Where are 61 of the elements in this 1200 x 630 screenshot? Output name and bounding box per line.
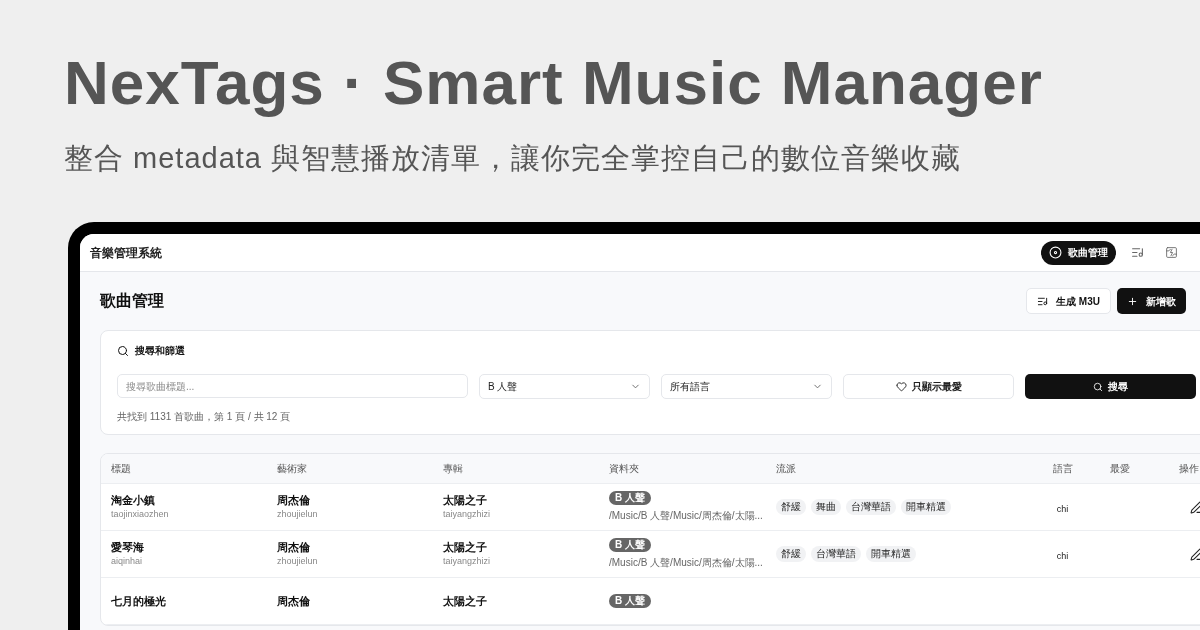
favorites-toggle[interactable]: 只顯示最愛 — [843, 374, 1014, 399]
song-title-romanization: taojinxiaozhen — [111, 508, 170, 521]
genre-tag: 開車精選 — [866, 546, 916, 562]
artist-name-romanization: zhoujielun — [277, 555, 319, 568]
column-header: 藝術家 — [277, 462, 307, 476]
bolt-square-icon — [1164, 246, 1178, 259]
song-title: 淘金小鎮 — [111, 493, 156, 508]
folder-badge: B 人聲 — [609, 594, 651, 608]
genre-tag: 舒緩 — [776, 499, 806, 515]
artist-name: 周杰倫 — [277, 540, 311, 555]
folder-path: /Music/B 人聲/Music/周杰倫/太陽... — [609, 509, 763, 523]
playlist-icon — [1130, 246, 1144, 259]
album-name-romanization: taiyangzhizi — [443, 508, 492, 521]
add-song-button[interactable]: 新增歌 — [1117, 288, 1186, 314]
column-header: 操作 — [1179, 462, 1199, 476]
column-header: 最愛 — [1110, 462, 1130, 476]
album-name: 太陽之子 — [443, 540, 488, 555]
plus-icon — [1127, 295, 1138, 307]
genre-tag: 舒緩 — [776, 546, 806, 562]
language-code: chi — [1056, 551, 1069, 561]
dropdown-select[interactable]: B 人聲 — [479, 374, 650, 399]
page-title: 歌曲管理 — [100, 291, 164, 311]
card-title: 搜尋和篩選 — [135, 344, 185, 358]
song-title: 七月的極光 — [111, 593, 167, 609]
column-header: 標題 — [111, 462, 131, 476]
album-name-romanization: taiyangzhizi — [443, 555, 492, 568]
folder-badge: B 人聲 — [609, 491, 651, 505]
column-header: 流派 — [776, 462, 796, 476]
search-icon — [1093, 381, 1103, 392]
column-header: 資料夾 — [609, 462, 639, 476]
edit-icon[interactable] — [1189, 547, 1200, 561]
result-summary: 共找到 1131 首歌曲，第 1 頁 / 共 12 頁 — [117, 410, 292, 424]
search-button[interactable]: 搜尋 — [1025, 374, 1196, 399]
artist-name-romanization: zhoujielun — [277, 508, 319, 521]
column-header: 專輯 — [443, 462, 463, 476]
genre-tag: 台灣華語 — [846, 499, 896, 515]
artist-name: 周杰倫 — [277, 593, 311, 609]
disc-icon — [1049, 246, 1062, 259]
song-title-romanization: aiqinhai — [111, 555, 144, 568]
heart-icon — [895, 381, 907, 392]
dropdown-select[interactable]: 所有語言 — [661, 374, 832, 399]
album-name: 太陽之子 — [443, 493, 488, 508]
folder-path: /Music/B 人聲/Music/周杰倫/太陽... — [609, 556, 763, 570]
album-name: 太陽之子 — [443, 593, 488, 609]
edit-icon[interactable] — [1189, 500, 1200, 514]
playlist-icon — [1037, 295, 1049, 307]
genre-tag: 台灣華語 — [811, 546, 861, 562]
song-title: 愛琴海 — [111, 540, 145, 555]
nav-tab[interactable]: 歌曲管理 — [1041, 240, 1116, 265]
folder-badge: B 人聲 — [609, 538, 651, 552]
language-code: chi — [1056, 504, 1069, 514]
generate-m3u-button[interactable]: 生成 M3U — [1026, 288, 1111, 314]
column-header: 語言 — [1052, 462, 1073, 476]
subtitle: 整合 metadata 與智慧播放清單，讓你完全掌控自己的數位音樂收藏 — [64, 141, 963, 176]
genre-tag: 開車精選 — [901, 499, 951, 515]
search-icon — [117, 344, 129, 357]
genre-tag: 舞曲 — [811, 499, 841, 515]
app-title: 音樂管理系統 — [90, 244, 162, 262]
headline: NexTags · Smart Music Manager — [64, 47, 1044, 119]
artist-name: 周杰倫 — [277, 493, 311, 508]
search-field[interactable]: 搜尋歌曲標題... — [117, 374, 468, 398]
